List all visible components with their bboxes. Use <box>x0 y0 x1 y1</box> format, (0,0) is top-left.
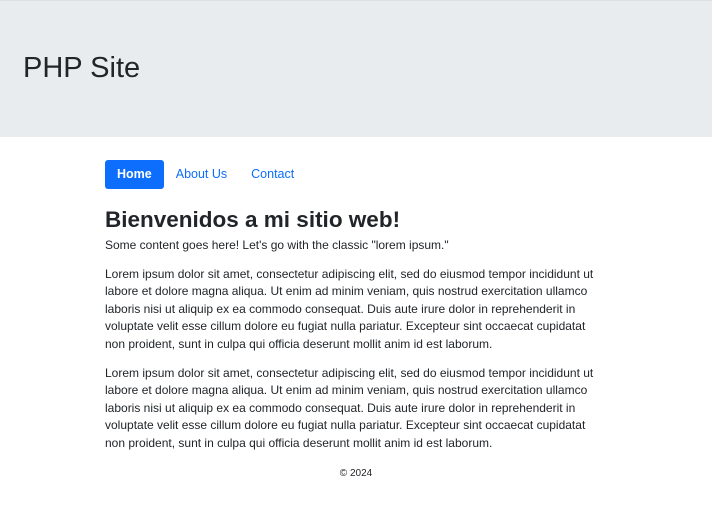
main-nav: Home About Us Contact <box>105 160 306 189</box>
lorem-paragraph-1: Lorem ipsum dolor sit amet, consectetur … <box>105 267 594 351</box>
nav-item-home[interactable]: Home <box>105 160 164 189</box>
intro-text: Some content goes here! Let's go with th… <box>105 238 449 252</box>
nav-item-contact[interactable]: Contact <box>239 160 306 189</box>
lorem-paragraph-2: Lorem ipsum dolor sit amet, consectetur … <box>105 366 594 450</box>
header-banner: PHP Site <box>0 0 712 137</box>
main-content: Bienvenidos a mi sitio web! Some content… <box>105 205 605 452</box>
page-heading: Bienvenidos a mi sitio web! <box>105 207 401 232</box>
site-title: PHP Site <box>23 52 141 84</box>
footer-copyright: © 2024 <box>339 468 373 479</box>
nav-item-about-us[interactable]: About Us <box>164 160 239 189</box>
